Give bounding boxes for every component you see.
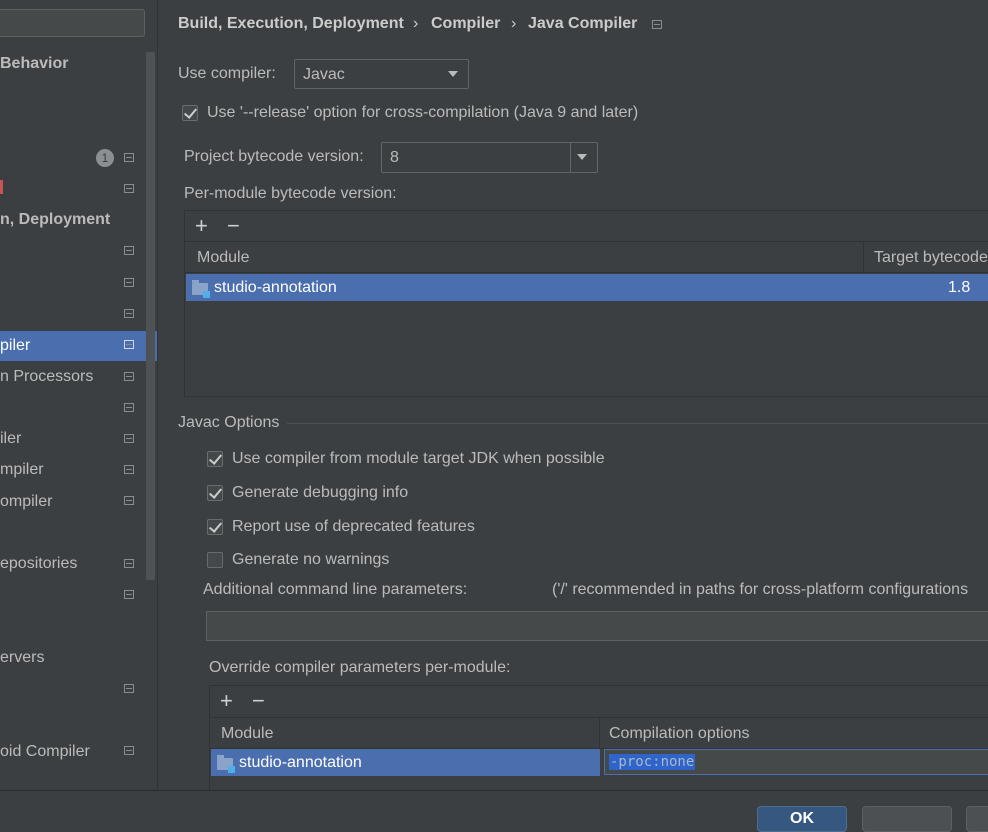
- remove-override-button[interactable]: −: [252, 690, 265, 712]
- project-scope-icon: [124, 684, 134, 693]
- project-scope-icon: [124, 590, 134, 599]
- add-module-button[interactable]: +: [195, 215, 208, 237]
- use-compiler-label: Use compiler:: [178, 65, 276, 82]
- bytecode-version-select[interactable]: 8: [381, 142, 598, 173]
- release-option-label: Use '--release' option for cross-compila…: [207, 104, 639, 121]
- sidebar-item-label: ervers: [0, 649, 45, 666]
- sidebar-item-label: iler: [0, 430, 22, 447]
- project-scope-icon: [124, 465, 134, 474]
- project-scope-icon: [124, 278, 134, 287]
- table-row[interactable]: studio-annotation: [211, 749, 600, 776]
- module-name: studio-annotation: [214, 279, 337, 296]
- settings-search-input[interactable]: [0, 9, 145, 37]
- per-module-label: Per-module bytecode version:: [184, 185, 397, 202]
- sidebar-scrollbar[interactable]: [146, 52, 155, 580]
- table-row[interactable]: studio-annotation 1.8: [186, 274, 988, 301]
- breadcrumb-separator: ›: [511, 15, 517, 32]
- settings-sidebar: Behavior 1 n, Deployment piler n Process…: [0, 0, 158, 790]
- module-name: studio-annotation: [239, 754, 362, 771]
- sidebar-item-compiler-2[interactable]: iler: [0, 424, 21, 454]
- javac-options-heading: Javac Options: [178, 414, 280, 431]
- add-override-button[interactable]: +: [220, 690, 233, 712]
- combo-divider: [570, 143, 571, 172]
- deprecation-checkbox[interactable]: [207, 519, 223, 535]
- project-scope-icon: [124, 434, 134, 443]
- table-header: Module Target bytecode: [185, 241, 988, 273]
- table-header: Module Compilation options: [210, 717, 988, 749]
- bytecode-version-value: 8: [390, 149, 399, 166]
- use-module-jdk-label: Use compiler from module target JDK when…: [232, 450, 605, 467]
- sidebar-item-label: n Processors: [0, 368, 94, 385]
- project-scope-icon: [124, 246, 134, 255]
- sidebar-item-label: n, Deployment: [0, 211, 111, 228]
- section-divider: [287, 423, 988, 424]
- sidebar-item-label: mpiler: [0, 461, 44, 478]
- sidebar-item-build-execution-deployment[interactable]: n, Deployment: [0, 205, 110, 235]
- project-scope-icon: [652, 20, 662, 29]
- project-scope-icon: [124, 746, 134, 755]
- sidebar-item-label: Behavior: [0, 55, 69, 72]
- module-folder-icon: [192, 280, 210, 298]
- compiler-select-value: Javac: [303, 66, 345, 83]
- compilation-options-value: -proc:none: [609, 754, 696, 770]
- additional-params-hint: ('/' recommended in paths for cross-plat…: [552, 581, 969, 598]
- sidebar-item-servers[interactable]: ervers: [0, 643, 44, 673]
- sidebar-item-label: oid Compiler: [0, 743, 90, 760]
- sidebar-item-remote-repositories[interactable]: epositories: [0, 549, 77, 579]
- chevron-down-icon: [448, 71, 458, 77]
- sidebar-item-annotation-processors[interactable]: n Processors: [0, 362, 93, 392]
- notification-badge: 1: [96, 149, 114, 167]
- column-header-target-bytecode[interactable]: Target bytecode: [874, 249, 988, 267]
- column-header-module[interactable]: Module: [221, 725, 273, 743]
- column-header-compilation-options[interactable]: Compilation options: [609, 725, 750, 743]
- column-header-module[interactable]: Module: [197, 249, 249, 267]
- remove-module-button[interactable]: −: [227, 215, 240, 237]
- debug-info-checkbox[interactable]: [207, 485, 223, 501]
- compilation-options-input[interactable]: -proc:none: [604, 749, 988, 775]
- override-table: + − Module Compilation options studio-an…: [209, 685, 988, 791]
- project-scope-icon: [124, 372, 134, 381]
- page-title: Java Compiler: [528, 15, 638, 32]
- breadcrumb-separator: ›: [413, 15, 419, 32]
- debug-info-label: Generate debugging info: [232, 484, 409, 501]
- project-scope-icon: [124, 309, 134, 318]
- sidebar-item-android-compiler[interactable]: oid Compiler: [0, 737, 90, 767]
- module-folder-icon: [217, 755, 235, 773]
- sidebar-item-label: piler: [0, 337, 31, 354]
- chevron-down-icon: [577, 154, 587, 160]
- per-module-table: + − Module Target bytecode studio-annota…: [184, 210, 988, 397]
- sidebar-item-compiler-4[interactable]: ompiler: [0, 487, 52, 517]
- ok-button[interactable]: OK: [757, 806, 847, 832]
- project-scope-icon: [124, 403, 134, 412]
- bytecode-version-label: Project bytecode version:: [184, 148, 364, 165]
- column-divider: [599, 718, 600, 748]
- additional-params-input[interactable]: [206, 611, 988, 641]
- sidebar-item-label: epositories: [0, 555, 78, 572]
- use-module-jdk-checkbox[interactable]: [207, 451, 223, 467]
- sidebar-item-compiler-3[interactable]: mpiler: [0, 455, 44, 485]
- project-scope-icon: [124, 496, 134, 505]
- override-params-label: Override compiler parameters per-module:: [209, 659, 511, 676]
- no-warnings-label: Generate no warnings: [232, 551, 390, 568]
- apply-button[interactable]: [966, 806, 988, 832]
- error-indicator: [0, 180, 3, 194]
- project-scope-icon: [124, 184, 134, 193]
- breadcrumb-build[interactable]: Build, Execution, Deployment: [178, 15, 404, 33]
- column-divider: [863, 242, 864, 272]
- compiler-select[interactable]: Javac: [294, 59, 469, 89]
- sidebar-item-label: ompiler: [0, 493, 53, 510]
- project-scope-icon: [124, 340, 134, 349]
- no-warnings-checkbox[interactable]: [207, 552, 223, 568]
- sidebar-item-behavior[interactable]: Behavior: [0, 49, 68, 79]
- additional-params-label: Additional command line parameters:: [203, 581, 468, 598]
- cancel-button[interactable]: [862, 806, 952, 832]
- breadcrumb-compiler[interactable]: Compiler: [431, 15, 500, 33]
- project-scope-icon: [124, 559, 134, 568]
- deprecation-label: Report use of deprecated features: [232, 518, 475, 535]
- release-option-checkbox[interactable]: [182, 105, 198, 121]
- target-bytecode-value[interactable]: 1.8: [948, 279, 970, 297]
- project-scope-icon: [124, 153, 134, 162]
